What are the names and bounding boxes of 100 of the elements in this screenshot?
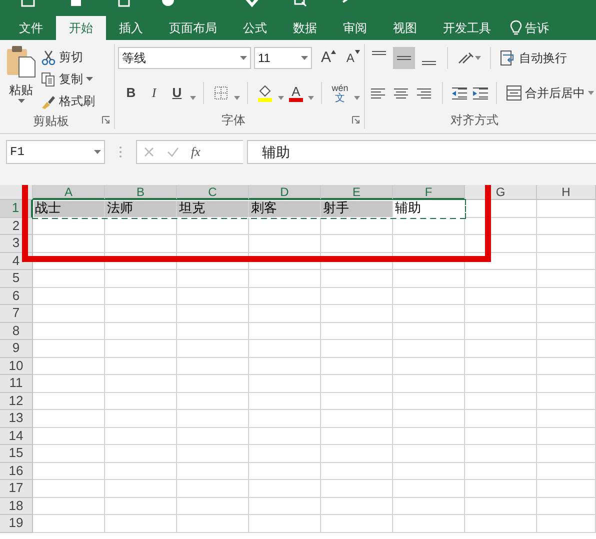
page-icon[interactable] [116,0,132,8]
table-cell [537,270,596,288]
font-size-field[interactable]: 11 [254,47,312,69]
ribbon-command[interactable]: 剪切 [39,46,97,68]
row-header[interactable]: 7 [0,305,33,322]
column-header[interactable]: A [33,185,105,200]
table-cell [249,515,321,532]
row-header[interactable]: 8 [0,322,33,340]
wrap-text-button[interactable]: 自动换行 [498,47,569,69]
bold-button[interactable]: B [121,82,141,104]
phonetic-button[interactable]: wén 文 [329,81,351,105]
row-header[interactable]: 12 [0,392,33,410]
table-cell [393,358,465,375]
caret-icon[interactable] [190,96,196,100]
table-cell [177,480,249,498]
ribbon-tab[interactable]: 开始 [56,16,106,40]
ribbon-tab[interactable]: 视图 [380,16,430,40]
underline-button[interactable]: U [167,82,187,104]
table-cell [393,410,465,428]
table-cell [321,498,393,515]
column-header[interactable]: G [465,185,537,200]
insert-function-button[interactable]: fx [191,143,200,161]
page-icon[interactable] [68,0,84,8]
table-cell [537,200,596,218]
preview-icon[interactable] [292,0,308,8]
table-cell [465,375,537,392]
grow-font-button[interactable]: A [315,47,337,69]
table-cell [321,305,393,322]
table-cell [33,410,105,428]
table-cell [393,252,465,270]
ribbon-tab[interactable]: 页面布局 [156,16,230,40]
dialog-launcher-icon[interactable] [352,116,360,124]
table-cell [537,480,596,498]
table-cell [249,498,321,515]
table-cell [105,340,177,358]
caret-icon [475,56,481,60]
table-cell [105,235,177,252]
table-cell [105,428,177,445]
table-cell [393,375,465,392]
caret-icon[interactable] [234,96,240,100]
font-color-button[interactable]: A [287,82,305,104]
checkmark-icon[interactable] [244,0,260,8]
table-cell [33,515,105,532]
caret-icon[interactable] [308,96,314,100]
table-cell [105,252,177,270]
table-cell [321,428,393,445]
column-header[interactable]: F [393,185,465,200]
table-cell [105,305,177,322]
border-grid-icon [214,86,228,100]
column-header[interactable]: H [537,185,596,200]
row-header[interactable]: 14 [0,428,33,445]
ribbon-command[interactable]: 格式刷 [39,90,97,112]
table-cell: 辅助 [393,200,465,218]
table-cell [537,288,596,305]
row-header[interactable]: 17 [0,480,33,498]
row-header[interactable]: 9 [0,340,33,358]
ribbon-tab[interactable]: 文件 [6,16,56,40]
row-header[interactable]: 6 [0,288,33,305]
row-header[interactable]: 19 [0,515,33,532]
formula-field[interactable]: 辅助 [247,140,596,164]
caret-icon[interactable] [354,96,360,100]
row-header[interactable]: 13 [0,410,33,428]
dialog-launcher-icon[interactable] [102,116,110,124]
row-header[interactable]: 15 [0,445,33,462]
column-header[interactable]: C [177,185,249,200]
indent-icon [450,85,468,101]
table-cell [33,358,105,375]
font-name-field[interactable]: 等线 [118,47,251,69]
row-header[interactable]: 18 [0,498,33,515]
caret-icon [240,56,247,60]
row-header[interactable]: 5 [0,270,33,288]
shrink-font-button[interactable]: A [340,47,361,69]
row-header[interactable]: 16 [0,462,33,480]
paste-button[interactable]: 粘贴 [6,44,36,112]
merge-center-button[interactable]: 合并后居中 [504,82,596,104]
column-header[interactable]: E [321,185,393,200]
table-cell [177,445,249,462]
table-cell [177,515,249,532]
table-cell [249,428,321,445]
table-cell [33,498,105,515]
table-cell [177,498,249,515]
caret-icon[interactable] [278,96,284,100]
ribbon-tab[interactable]: 公式 [230,16,280,40]
row-header[interactable]: 11 [0,375,33,392]
name-box[interactable]: F1 [6,140,105,164]
group-title: 剪贴板 [32,113,70,130]
merge-cells-icon [506,85,522,101]
row-header[interactable]: 10 [0,358,33,375]
ribbon-tab[interactable]: 数据 [280,16,330,40]
tell-me-text[interactable]: 告诉 [525,16,549,40]
ribbon-tab[interactable]: 开发工具 [430,16,504,40]
italic-button[interactable]: I [144,82,164,104]
table-cell [33,305,105,322]
column-header[interactable]: D [249,185,321,200]
ribbon-tab[interactable]: 插入 [106,16,156,40]
column-header[interactable]: B [105,185,177,200]
ribbon-tab[interactable]: 审阅 [330,16,380,40]
middle-align-button[interactable] [393,47,415,69]
ribbon-command[interactable]: 复制 [39,68,97,90]
table-cell [177,252,249,270]
